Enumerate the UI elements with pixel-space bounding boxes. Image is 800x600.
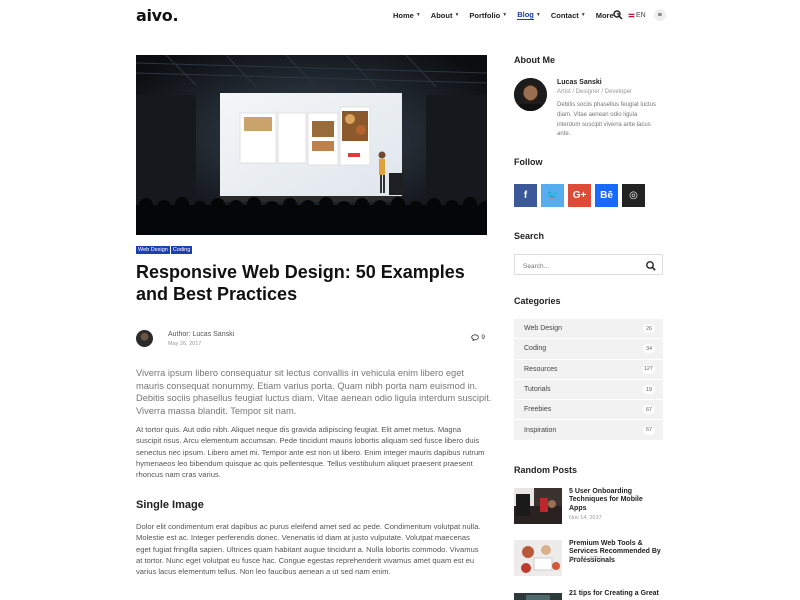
random-post-item[interactable]: Premium Web Tools & Services Recommended… xyxy=(514,540,664,576)
google-plus-icon: G+ xyxy=(572,190,587,201)
post-lead-paragraph: Viverra ipsum libero consequatur sit lec… xyxy=(136,368,492,416)
chevron-down-icon: ▼ xyxy=(454,12,460,18)
random-post-thumbnail[interactable] xyxy=(514,540,562,576)
post-tags: Web Design Coding xyxy=(136,246,193,254)
comment-icon xyxy=(471,334,480,341)
author-name[interactable]: Author: Lucas Sanski xyxy=(168,331,234,338)
category-count-badge: 67 xyxy=(643,405,655,415)
category-list: Web Design 26 Coding 34 Resources 127 Tutorial… xyxy=(514,319,663,441)
follow-heading: Follow xyxy=(514,157,543,167)
chevron-down-icon: ▼ xyxy=(415,12,421,18)
category-label: Coding xyxy=(524,345,547,353)
author-avatar[interactable] xyxy=(136,330,153,347)
behance-icon: Bē xyxy=(600,190,613,201)
random-post-item[interactable]: 5 User Onboarding Techniques for Mobile … xyxy=(514,488,664,524)
main-nav: Home ▼ About ▼ Portfolio ▼ Blog ▼ Contact ▼ M… xyxy=(393,10,631,20)
nav-item-about[interactable]: About ▼ xyxy=(431,10,460,20)
category-count-badge: 67 xyxy=(643,425,655,435)
behance-button[interactable]: Bē xyxy=(595,184,618,207)
site-logo[interactable]: aivo. xyxy=(136,6,179,25)
random-post-title[interactable]: 21 tips for Creating a Great xyxy=(569,590,661,598)
category-label: Web Design xyxy=(524,325,563,333)
about-description: Debitis sociis phasellus feugiat luctus … xyxy=(557,102,657,138)
sidebar-search xyxy=(514,254,663,276)
post-date: May 26, 2017 xyxy=(168,341,202,347)
category-label: Freebies xyxy=(524,406,552,414)
category-count-badge: 34 xyxy=(643,344,655,354)
facebook-button[interactable]: f xyxy=(514,184,537,207)
category-item[interactable]: Coding 34 xyxy=(514,339,663,360)
chevron-down-icon: ▼ xyxy=(580,12,586,18)
twitter-icon: 🐦 xyxy=(546,190,559,201)
tag-web-design[interactable]: Web Design xyxy=(136,246,170,254)
about-role: Artist / Designer / Developer xyxy=(557,89,633,95)
nav-item-contact[interactable]: Contact ▼ xyxy=(551,10,586,20)
category-item[interactable]: Tutorials 19 xyxy=(514,379,663,401)
site-header: aivo. Home ▼ About ▼ Portfolio ▼ Blog ▼ Cont… xyxy=(0,0,800,32)
post-hero-image xyxy=(136,55,487,235)
category-label: Tutorials xyxy=(524,386,551,394)
random-post-date: Nov 14, 2017 xyxy=(569,556,602,562)
chevron-down-icon: ▼ xyxy=(502,12,508,18)
comments-count[interactable]: 9 xyxy=(471,334,485,341)
about-heading: About Me xyxy=(514,55,555,65)
categories-heading: Categories xyxy=(514,296,561,306)
language-selector[interactable]: EN xyxy=(636,12,646,19)
random-post-thumbnail[interactable] xyxy=(514,488,562,524)
google-plus-button[interactable]: G+ xyxy=(568,184,591,207)
author-meta: Author: Lucas Sanski May 26, 2017 9 xyxy=(136,328,487,352)
search-heading: Search xyxy=(514,231,545,241)
section-heading: Single Image xyxy=(136,499,204,511)
twitter-button[interactable]: 🐦 xyxy=(541,184,564,207)
random-post-date: Nov 14, 2017 xyxy=(569,515,602,521)
uk-flag-icon[interactable] xyxy=(628,12,635,18)
random-posts-heading: Random Posts xyxy=(514,465,578,475)
random-post-item[interactable]: 21 tips for Creating a Great xyxy=(514,590,664,600)
category-count-badge: 26 xyxy=(643,324,655,334)
tag-coding[interactable]: Coding xyxy=(170,246,193,254)
random-post-thumbnail[interactable] xyxy=(514,590,562,600)
nav-item-home[interactable]: Home ▼ xyxy=(393,10,421,20)
post-title: Responsive Web Design: 50 Examples and B… xyxy=(136,262,465,304)
nav-item-portfolio[interactable]: Portfolio ▼ xyxy=(469,10,507,20)
random-post-title[interactable]: 5 User Onboarding Techniques for Mobile … xyxy=(569,488,661,513)
search-icon[interactable] xyxy=(612,9,624,21)
social-buttons: f 🐦 G+ Bē ◎ xyxy=(514,184,645,207)
chevron-down-icon: ▼ xyxy=(535,12,541,18)
category-item[interactable]: Inspiration 67 xyxy=(514,420,663,441)
about-avatar xyxy=(514,78,547,111)
search-input[interactable] xyxy=(515,257,635,276)
hamburger-menu-icon[interactable]: ≡ xyxy=(653,9,666,21)
post-paragraph: Dolor elit condimentum erat dapibus ac p… xyxy=(136,522,481,577)
nav-item-blog[interactable]: Blog ▼ xyxy=(517,10,541,20)
dribbble-icon: ◎ xyxy=(629,190,638,201)
category-count-badge: 19 xyxy=(643,385,655,395)
facebook-icon: f xyxy=(523,190,528,201)
header-tools: EN ≡ xyxy=(612,9,666,21)
post-paragraph: At tortor quis. Aut odio nibh. Aliquet n… xyxy=(136,425,485,480)
category-label: Resources xyxy=(524,365,558,373)
category-item[interactable]: Web Design 26 xyxy=(514,319,663,340)
category-item[interactable]: Resources 127 xyxy=(514,359,663,380)
about-name: Lucas Sanski xyxy=(557,79,602,86)
category-count-badge: 127 xyxy=(641,364,655,374)
dribbble-button[interactable]: ◎ xyxy=(622,184,645,207)
search-icon[interactable] xyxy=(645,259,657,271)
category-item[interactable]: Freebies 67 xyxy=(514,400,663,421)
category-label: Inspiration xyxy=(524,426,557,434)
